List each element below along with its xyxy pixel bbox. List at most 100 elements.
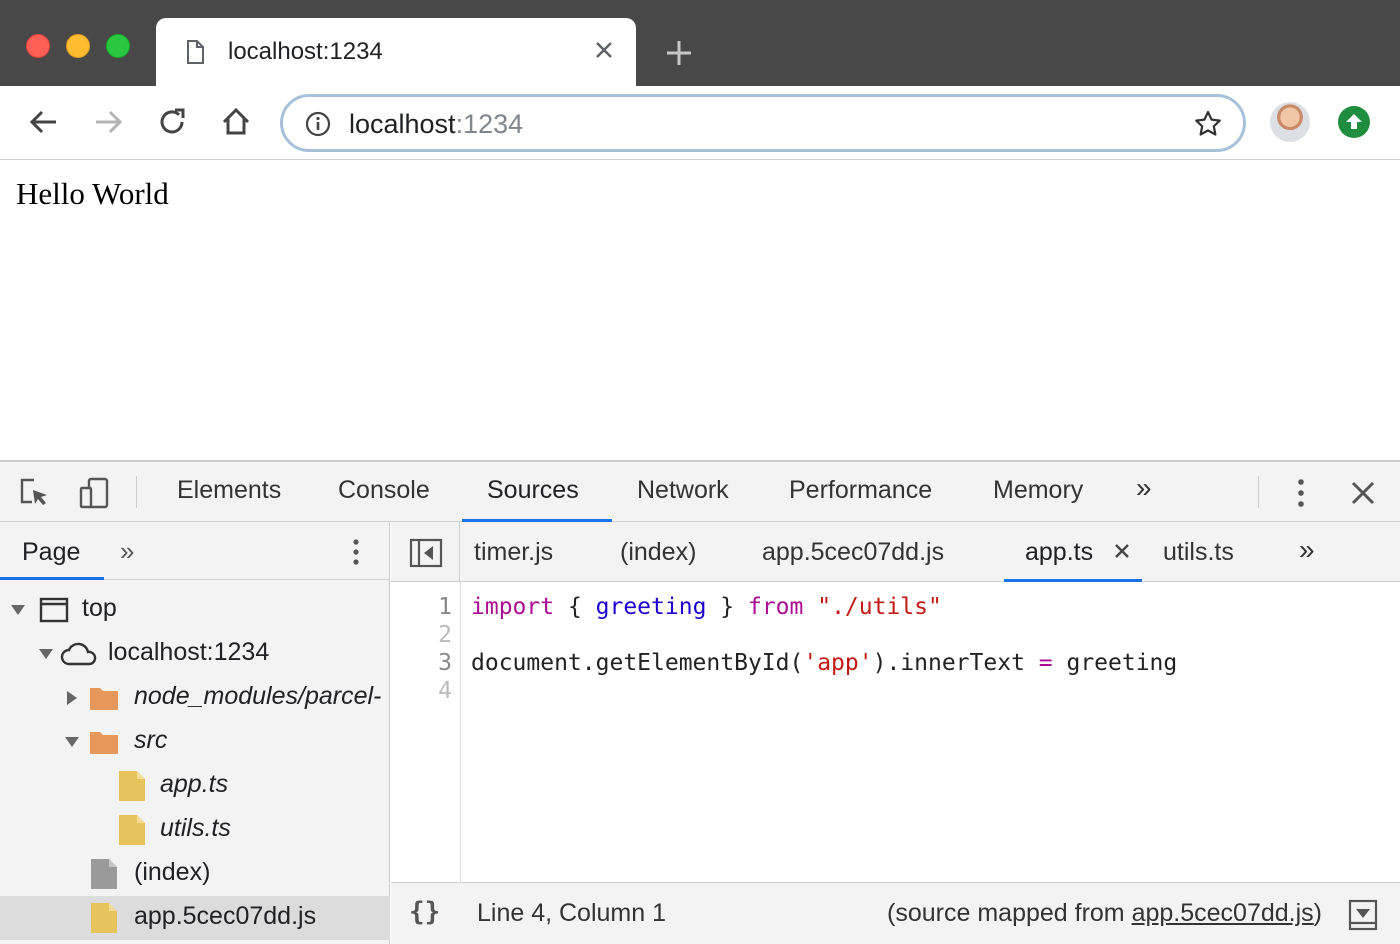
toolbar-divider	[136, 476, 137, 508]
editor-divider	[459, 522, 460, 582]
close-editor-tab-icon[interactable]	[1113, 542, 1131, 560]
update-icon[interactable]	[1338, 106, 1370, 138]
code-token: =	[1038, 650, 1053, 676]
browser-toolbar: localhost:1234	[0, 86, 1400, 160]
tab-strip: localhost:1234	[0, 0, 1400, 86]
tree-item-label: utils.ts	[160, 814, 231, 842]
close-devtools-icon[interactable]	[1346, 476, 1380, 510]
browser-tab[interactable]: localhost:1234	[156, 18, 636, 86]
bookmark-star-icon[interactable]	[1193, 109, 1223, 139]
toggle-navigator-icon[interactable]	[409, 538, 443, 568]
code-token: greeting	[1052, 650, 1178, 676]
tree-item-app-js[interactable]: app.5cec07dd.js	[0, 896, 390, 940]
editor-tab-app-js[interactable]: app.5cec07dd.js	[762, 538, 944, 567]
inspect-element-icon[interactable]	[18, 476, 52, 510]
address-bar[interactable]: localhost:1234	[280, 94, 1246, 152]
navigator-page-tab[interactable]: Page	[22, 538, 80, 567]
tree-item-index[interactable]: (index)	[0, 852, 390, 896]
line-number[interactable]: 1	[438, 594, 452, 620]
device-toolbar-icon[interactable]	[78, 476, 112, 510]
folder-icon	[90, 688, 118, 710]
page-text: Hello World	[16, 176, 169, 211]
editor-tab-utils[interactable]: utils.ts	[1163, 538, 1234, 567]
code-token: "./utils"	[817, 594, 942, 620]
devtools-tabbar: Elements Console Sources Network Perform…	[0, 462, 1400, 522]
tab-elements[interactable]: Elements	[177, 476, 281, 505]
minimize-window-button[interactable]	[66, 34, 90, 58]
devtools-panel: Elements Console Sources Network Perform…	[0, 460, 1400, 944]
editor-tab-app-ts[interactable]: app.ts	[1025, 538, 1093, 567]
code-token: }	[706, 594, 748, 620]
more-tabs-button[interactable]: »	[1136, 472, 1152, 504]
frame-icon	[39, 597, 69, 623]
tree-item-node-modules[interactable]: node_modules/parcel-	[0, 676, 390, 720]
tab-performance[interactable]: Performance	[789, 476, 932, 505]
source-editor: timer.js (index) app.5cec07dd.js app.ts …	[391, 522, 1400, 944]
editor-tabbar: timer.js (index) app.5cec07dd.js app.ts …	[391, 522, 1400, 582]
expand-triangle-icon[interactable]	[64, 734, 80, 750]
maximize-window-button[interactable]	[106, 34, 130, 58]
navigator-menu-icon[interactable]	[344, 536, 368, 568]
tree-item-top[interactable]: top	[0, 588, 390, 632]
ts-file-icon	[119, 771, 145, 801]
tree-item-host[interactable]: localhost:1234	[0, 632, 390, 676]
editor-tab-indicator	[1004, 579, 1142, 582]
arrow-up-icon	[1346, 114, 1362, 129]
tree-item-label: src	[134, 726, 168, 754]
editor-tab-index[interactable]: (index)	[620, 538, 696, 567]
tree-item-label: node_modules/parcel-	[134, 682, 382, 710]
code-token: from	[747, 594, 804, 620]
tab-sources[interactable]: Sources	[487, 476, 579, 505]
tree-item-label: localhost:1234	[108, 638, 270, 666]
line-number[interactable]: 2	[438, 622, 452, 648]
tab-console[interactable]: Console	[338, 476, 430, 505]
expand-triangle-icon[interactable]	[10, 602, 26, 618]
new-tab-icon[interactable]	[664, 38, 694, 68]
expand-triangle-icon[interactable]	[38, 646, 54, 662]
close-tab-icon[interactable]	[592, 38, 616, 62]
document-icon	[91, 859, 117, 889]
ts-file-icon	[119, 815, 145, 845]
close-window-button[interactable]	[26, 34, 50, 58]
tab-memory[interactable]: Memory	[993, 476, 1083, 505]
tree-item-label: (index)	[134, 858, 211, 886]
tree-item-app-ts[interactable]: app.ts	[0, 764, 390, 808]
file-navigator: Page » top localhost:1234 node_modules/p…	[0, 522, 390, 944]
code-line[interactable]: import { greeting } from "./utils"	[471, 594, 942, 620]
tree-item-src[interactable]: src	[0, 720, 390, 764]
tab-network[interactable]: Network	[637, 476, 729, 505]
source-map-prefix: (source mapped from	[887, 899, 1132, 927]
collapsed-triangle-icon[interactable]	[64, 690, 80, 706]
kebab-menu-icon[interactable]	[1284, 476, 1318, 510]
tree-item-label: top	[82, 594, 117, 622]
cursor-position: Line 4, Column 1	[477, 899, 667, 927]
reload-icon[interactable]	[154, 104, 190, 140]
tree-item-utils-ts[interactable]: utils.ts	[0, 808, 390, 852]
source-map-info: (source mapped from app.5cec07dd.js)	[887, 899, 1322, 928]
forward-icon[interactable]	[90, 104, 126, 140]
home-icon[interactable]	[218, 104, 254, 140]
profile-avatar[interactable]	[1270, 102, 1310, 142]
code-line[interactable]: document.getElementById('app').innerText…	[471, 650, 1177, 676]
tab-title: localhost:1234	[228, 38, 383, 65]
page-viewport: Hello World	[0, 160, 1400, 460]
cloud-icon	[60, 642, 97, 666]
toolbar-divider	[1258, 476, 1259, 508]
navigator-more-button[interactable]: »	[120, 536, 134, 567]
back-icon[interactable]	[26, 104, 62, 140]
source-map-link[interactable]: app.5cec07dd.js	[1132, 899, 1314, 927]
line-number[interactable]: 3	[438, 650, 452, 676]
tree-item-label: app.5cec07dd.js	[134, 902, 317, 930]
code-token: document.getElementById(	[471, 650, 804, 676]
pretty-print-button[interactable]: {}	[409, 897, 440, 927]
editor-tab-timer[interactable]: timer.js	[474, 538, 553, 567]
coverage-toggle-icon[interactable]	[1348, 899, 1378, 931]
url-text[interactable]: localhost:1234	[349, 109, 523, 140]
info-icon[interactable]	[305, 111, 331, 137]
line-number[interactable]: 4	[438, 678, 452, 704]
editor-status-bar: {} Line 4, Column 1 (source mapped from …	[391, 882, 1400, 944]
editor-more-tabs-button[interactable]: »	[1299, 534, 1315, 566]
navigator-tab-indicator	[0, 577, 104, 580]
url-host: localhost	[349, 109, 456, 139]
